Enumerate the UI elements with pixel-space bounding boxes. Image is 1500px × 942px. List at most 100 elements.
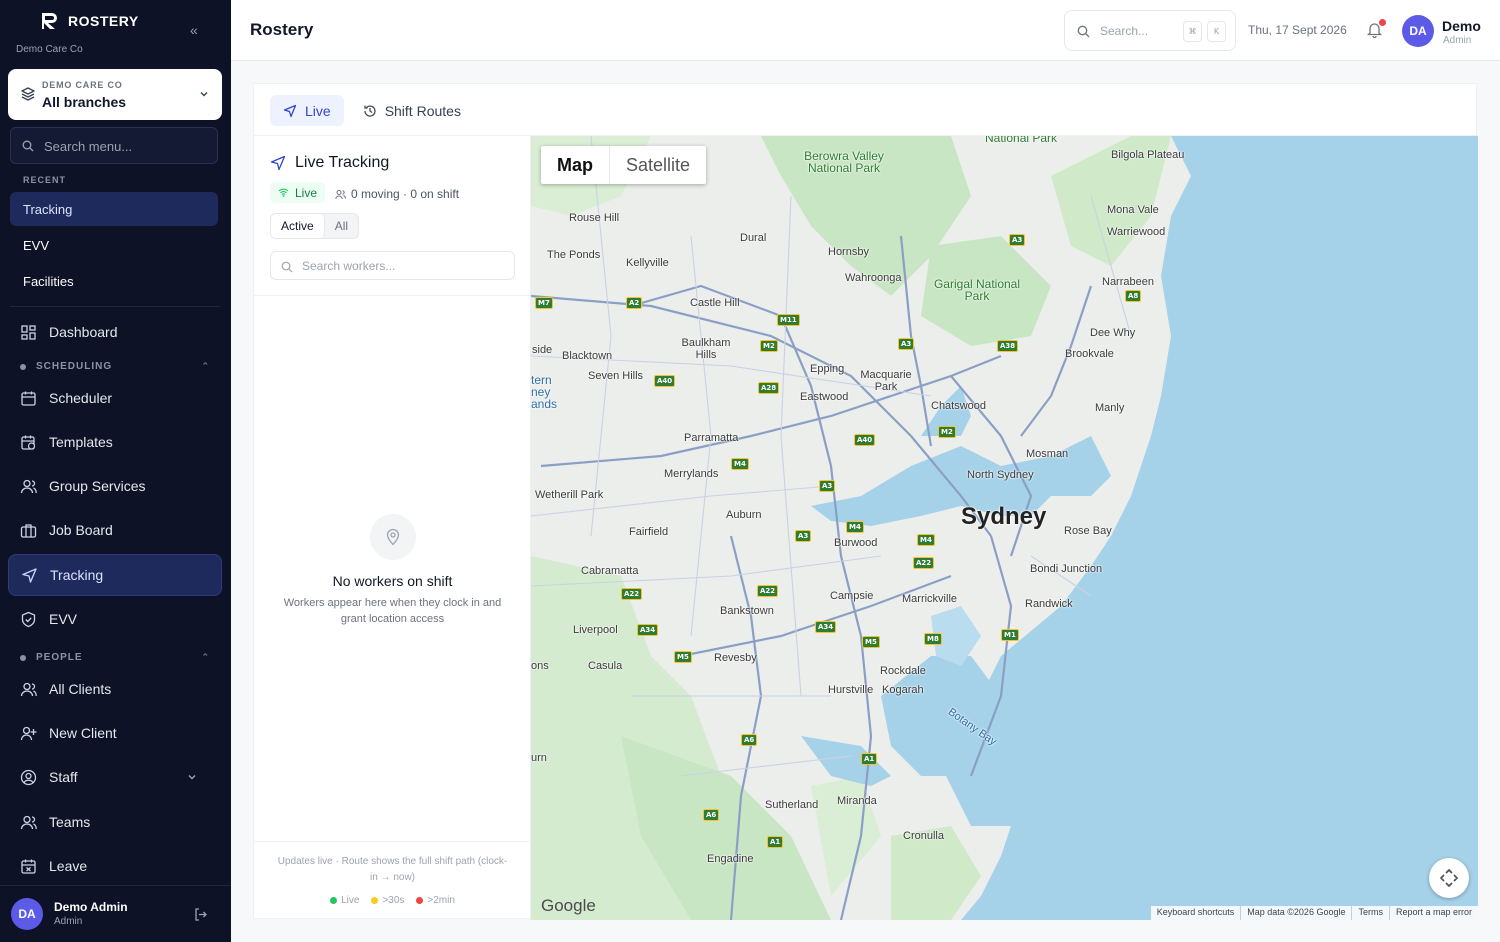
recent-item-evv[interactable]: EVV bbox=[10, 228, 218, 262]
live-status-badge: Live bbox=[270, 182, 326, 203]
legend-live: Live bbox=[330, 895, 359, 906]
road-shield: M11 bbox=[777, 314, 800, 326]
users-icon bbox=[20, 815, 37, 829]
briefcase-icon bbox=[20, 523, 37, 538]
map-label: Cronulla bbox=[903, 830, 944, 842]
road-shield: M5 bbox=[862, 636, 880, 648]
users-icon bbox=[335, 189, 346, 199]
calendar-x-icon bbox=[21, 859, 36, 874]
rostery-logo-icon bbox=[42, 13, 57, 29]
avatar[interactable]: DA bbox=[11, 898, 43, 930]
road-shield: A1 bbox=[767, 836, 784, 848]
nav-group-services-label: Group Services bbox=[49, 478, 146, 494]
branch-selector[interactable]: DEMO CARE CO All branches bbox=[8, 69, 222, 120]
search-menu-input[interactable]: Search menu... bbox=[10, 127, 218, 164]
map-label: Wahroonga bbox=[845, 272, 902, 284]
map-pin-icon bbox=[386, 528, 400, 546]
global-search-input[interactable]: Search... ⌘ K bbox=[1064, 10, 1236, 51]
road-shield: A40 bbox=[854, 434, 876, 446]
dashboard-icon bbox=[21, 324, 36, 340]
map-label: Eastwood bbox=[800, 391, 849, 403]
map-label: Kogarah bbox=[882, 684, 924, 696]
google-logo: Google bbox=[541, 896, 596, 915]
empty-state-title: No workers on shift bbox=[332, 573, 453, 589]
filter-active-button[interactable]: Active bbox=[271, 214, 325, 238]
nav-teams-label: Teams bbox=[49, 814, 91, 830]
map-label: Sutherland bbox=[765, 799, 819, 811]
map-type-map-button[interactable]: Map bbox=[541, 146, 610, 184]
kbd-k: K bbox=[1207, 21, 1226, 42]
legend-live-label: Live bbox=[341, 895, 360, 906]
map-label: tern ney ands bbox=[531, 373, 558, 411]
nav-all-clients[interactable]: All Clients bbox=[8, 668, 222, 710]
map-label: urn bbox=[531, 752, 547, 764]
nav-scheduler[interactable]: Scheduler bbox=[8, 377, 222, 419]
page-title: Rostery bbox=[250, 20, 314, 39]
group-dot bbox=[20, 654, 26, 661]
map-label: side bbox=[532, 344, 553, 356]
road-shield: A38 bbox=[997, 340, 1019, 352]
map-label: Kellyville bbox=[626, 257, 669, 269]
nav-scheduler-label: Scheduler bbox=[49, 390, 113, 406]
nav-dashboard-label: Dashboard bbox=[49, 324, 118, 340]
search-workers-input[interactable]: Search workers... bbox=[270, 251, 515, 280]
logout-icon[interactable] bbox=[193, 907, 208, 922]
keyboard-shortcuts-link[interactable]: Keyboard shortcuts bbox=[1151, 906, 1241, 920]
recent-item-facilities[interactable]: Facilities bbox=[10, 264, 218, 298]
legend-30s: >30s bbox=[371, 895, 404, 906]
empty-state-icon bbox=[370, 514, 416, 560]
nav-new-client-label: New Client bbox=[49, 725, 117, 741]
navigation-icon bbox=[283, 104, 297, 117]
nav-group-services[interactable]: Group Services bbox=[8, 465, 222, 507]
nav-staff[interactable]: Staff bbox=[8, 756, 222, 798]
nav-evv-label: EVV bbox=[49, 611, 78, 627]
report-map-error-link[interactable]: Report a map error bbox=[1388, 906, 1478, 920]
road-shield: A22 bbox=[621, 588, 643, 600]
map-label: Marrickville bbox=[902, 593, 957, 605]
tab-live-label: Live bbox=[305, 102, 331, 119]
map-view[interactable]: Map Satellite National Park Berowra Vall… bbox=[531, 136, 1478, 920]
people-group[interactable]: PEOPLE ⌃ bbox=[20, 652, 210, 663]
view-tabs: Live Shift Routes bbox=[270, 95, 474, 126]
nav-teams[interactable]: Teams bbox=[8, 801, 222, 843]
app-name: ROSTERY bbox=[68, 13, 139, 29]
recent-label: RECENT bbox=[23, 175, 67, 185]
map-type-satellite-button[interactable]: Satellite bbox=[610, 146, 706, 184]
tracking-card: Live Shift Routes Live Tracking Live 0 m… bbox=[253, 83, 1478, 920]
app-logo[interactable]: ROSTERY bbox=[40, 12, 139, 30]
tab-live[interactable]: Live bbox=[270, 95, 344, 126]
tab-shift-routes[interactable]: Shift Routes bbox=[350, 95, 474, 126]
divider bbox=[10, 306, 220, 307]
fullscreen-button[interactable] bbox=[1429, 858, 1469, 898]
users-icon bbox=[20, 479, 37, 493]
map-label: Miranda bbox=[837, 795, 877, 807]
nav-templates[interactable]: Templates bbox=[8, 421, 222, 463]
scheduling-group[interactable]: SCHEDULING ⌃ bbox=[20, 361, 210, 372]
legend-2min: >2min bbox=[416, 895, 455, 906]
filter-all-button[interactable]: All bbox=[325, 214, 358, 238]
terms-link[interactable]: Terms bbox=[1351, 906, 1389, 920]
road-shield: A2 bbox=[626, 297, 643, 309]
map-data-text: Map data ©2026 Google bbox=[1240, 906, 1351, 920]
user-role: Admin bbox=[54, 916, 83, 927]
road-shield: A3 bbox=[1009, 234, 1026, 246]
collapse-sidebar-icon[interactable]: « bbox=[190, 22, 198, 38]
map-label: Narrabeen bbox=[1102, 276, 1154, 288]
legend-dot bbox=[416, 897, 424, 904]
nav-job-board[interactable]: Job Board bbox=[8, 509, 222, 551]
nav-leave[interactable]: Leave bbox=[8, 845, 222, 887]
avatar[interactable]: DA bbox=[1402, 15, 1434, 47]
road-shield: M7 bbox=[535, 297, 553, 309]
recent-item-tracking[interactable]: Tracking bbox=[10, 192, 218, 226]
fullscreen-icon bbox=[1440, 869, 1458, 887]
user-plus-icon bbox=[20, 726, 37, 740]
nav-evv[interactable]: EVV bbox=[8, 598, 222, 640]
map-label: Manly bbox=[1095, 402, 1125, 414]
nav-tracking[interactable]: Tracking bbox=[8, 554, 222, 596]
road-shield: A1 bbox=[861, 753, 878, 765]
nav-dashboard[interactable]: Dashboard bbox=[8, 311, 222, 353]
nav-new-client[interactable]: New Client bbox=[8, 712, 222, 754]
map-label: Blacktown bbox=[562, 350, 613, 362]
map-label: Cabramatta bbox=[581, 565, 639, 577]
map-label: Dee Why bbox=[1090, 327, 1136, 339]
